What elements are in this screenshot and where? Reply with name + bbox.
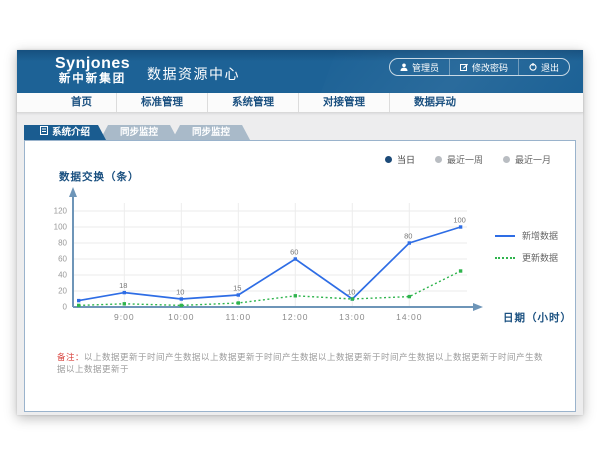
page-title: 数据资源中心 [147, 64, 240, 84]
svg-text:14:00: 14:00 [396, 312, 422, 322]
svg-text:100: 100 [453, 216, 466, 225]
legend-swatch [495, 235, 515, 237]
svg-text:80: 80 [58, 239, 67, 248]
radio-dot [385, 156, 392, 163]
tab-sync-monitor-2[interactable]: 同步监控 [172, 125, 250, 140]
svg-text:0: 0 [63, 303, 68, 312]
user-actions: 管理员 修改密码 退出 [389, 58, 570, 76]
tab-bar: 系统介绍 同步监控 同步监控 [24, 125, 250, 140]
logo-secondary: 新中新集团 [55, 72, 130, 86]
chart-legend: 新增数据更新数据 [495, 229, 558, 264]
edit-icon [460, 63, 468, 71]
svg-text:10: 10 [347, 288, 355, 297]
radio-option-last-month[interactable]: 最近一月 [503, 153, 551, 166]
note-prefix: 备注： [57, 352, 84, 362]
footer-note: 备注：以上数据更新于时间产生数据以上数据更新于时间产生数据以上数据更新于时间产生… [57, 351, 547, 375]
nav-item-system-mgmt[interactable]: 系统管理 [207, 93, 298, 112]
nav-item-standard-mgmt[interactable]: 标准管理 [116, 93, 207, 112]
radio-option-last-week[interactable]: 最近一周 [435, 153, 483, 166]
logo-primary: Synjones [55, 56, 130, 72]
svg-text:60: 60 [58, 255, 67, 264]
legend-label: 更新数据 [522, 251, 558, 264]
content-area: 系统介绍 同步监控 同步监控 当日 最近一周 [17, 113, 583, 415]
svg-text:12:00: 12:00 [282, 312, 308, 322]
main-nav: 首页 标准管理 系统管理 对接管理 数据异动 [17, 93, 583, 113]
radio-dot [435, 156, 442, 163]
svg-text:10:00: 10:00 [168, 312, 194, 322]
app-window: Synjones 新中新集团 数据资源中心 管理员 修改密码 退出 [17, 50, 583, 415]
note-text: 以上数据更新于时间产生数据以上数据更新于时间产生数据以上数据更新于时间产生数据以… [57, 352, 543, 374]
legend-swatch [495, 257, 515, 259]
svg-text:15: 15 [233, 284, 241, 293]
edit-password-button[interactable]: 修改密码 [449, 59, 518, 75]
nav-item-interface-mgmt[interactable]: 对接管理 [298, 93, 389, 112]
radio-dot [503, 156, 510, 163]
svg-text:9:00: 9:00 [114, 312, 135, 322]
time-range-filter: 当日 最近一周 最近一月 [385, 153, 551, 166]
svg-text:11:00: 11:00 [225, 312, 251, 322]
logout-button[interactable]: 退出 [518, 59, 569, 75]
tab-system-intro[interactable]: 系统介绍 [24, 125, 106, 140]
header: Synjones 新中新集团 数据资源中心 管理员 修改密码 退出 [17, 50, 583, 93]
svg-text:10: 10 [176, 288, 184, 297]
radio-option-today[interactable]: 当日 [385, 153, 415, 166]
tab-sync-monitor-1[interactable]: 同步监控 [100, 125, 178, 140]
svg-text:13:00: 13:00 [339, 312, 365, 322]
legend-label: 新增数据 [522, 229, 558, 242]
svg-text:100: 100 [54, 223, 68, 232]
user-button[interactable]: 管理员 [390, 59, 449, 75]
svg-text:20: 20 [58, 287, 67, 296]
svg-text:80: 80 [404, 232, 412, 241]
svg-text:60: 60 [290, 248, 298, 257]
panel: 当日 最近一周 最近一月 数据交换（条） 0204060801001209:00… [24, 140, 576, 412]
chart-x-axis-title: 日期（小时） [503, 310, 572, 325]
svg-text:40: 40 [58, 271, 67, 280]
legend-item[interactable]: 更新数据 [495, 251, 558, 264]
nav-item-data-change[interactable]: 数据异动 [389, 93, 480, 112]
svg-text:18: 18 [119, 281, 127, 290]
power-icon [529, 63, 537, 71]
svg-text:120: 120 [54, 207, 68, 216]
logo: Synjones 新中新集团 [55, 56, 130, 86]
document-icon [40, 125, 48, 140]
user-icon [400, 63, 408, 71]
legend-item[interactable]: 新增数据 [495, 229, 558, 242]
nav-item-home[interactable]: 首页 [47, 93, 116, 112]
